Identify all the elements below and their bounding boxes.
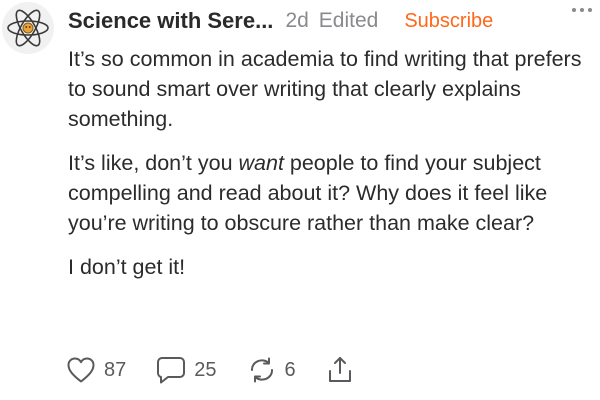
post-time: 2d [285,9,309,32]
post-body: It’s so common in academia to find writi… [68,44,598,296]
paragraph-2-start: It’s like, don’t you [68,151,239,175]
more-dots-icon[interactable] [572,8,592,12]
share-button[interactable] [326,355,354,385]
comment-bubble-icon [157,357,186,384]
subscribe-button[interactable]: Subscribe [404,10,493,33]
comment-button[interactable]: 25 [156,355,217,385]
edited-label: Edited [318,9,379,32]
restack-count: 6 [284,358,296,381]
emphasis-want: want [238,151,284,175]
restack-icon [250,357,273,383]
paragraph-3: I don’t get it! [68,255,186,279]
heart-icon [67,357,95,383]
dot [580,8,584,12]
restack-button[interactable]: 6 [247,356,296,384]
action-bar: 87 25 6 [66,352,384,388]
dot [572,8,576,12]
author-name[interactable]: Science with Sere... [68,8,273,34]
avatar[interactable] [2,2,54,54]
like-count: 87 [104,358,127,381]
atom-logo-icon [2,2,54,54]
dot [588,8,592,12]
comment-count: 25 [194,358,217,381]
paragraph-2: It’s like, don’t you want people to find… [68,148,598,238]
paragraph-1: It’s so common in academia to find writi… [68,47,582,131]
share-icon [328,357,351,382]
comment-post: Science with Sere... 2d Edited Subscribe… [0,0,600,400]
post-header: Science with Sere... 2d Edited Subscribe [68,4,600,38]
like-button[interactable]: 87 [66,356,126,384]
